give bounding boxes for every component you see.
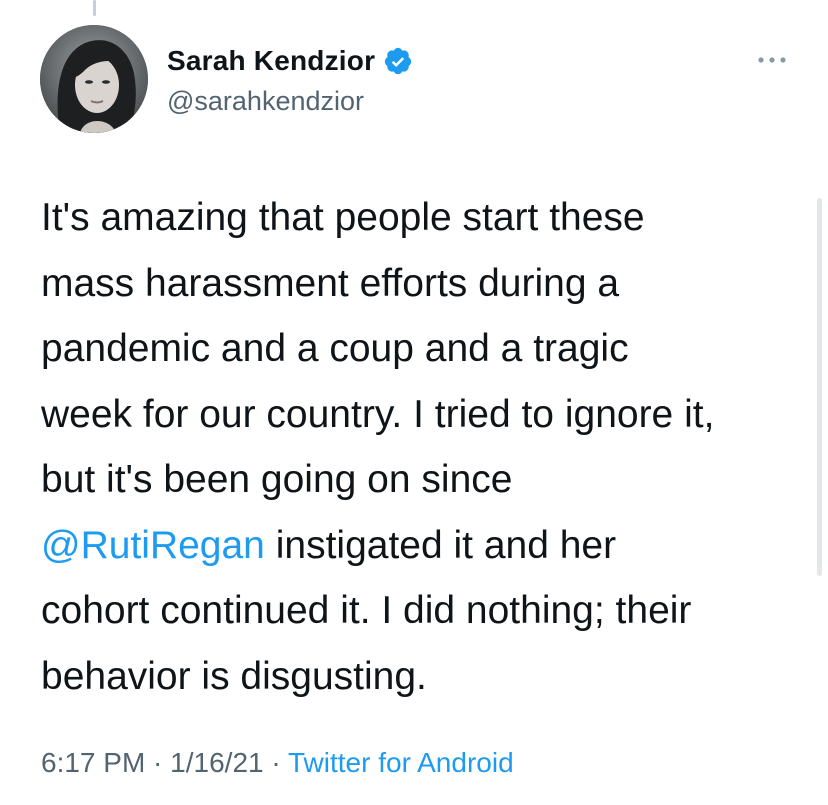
tweet-line: week for our country. I tried to ignore … [41,392,715,436]
tweet-source-link[interactable]: Twitter for Android [288,747,514,778]
tweet-line: pandemic and a coup and a tragic [41,327,629,370]
author-handle[interactable]: @sarahkendzior [167,86,364,117]
tweet-line: cohort continued it. I did nothing; thei… [41,589,692,632]
tweet-line: behavior is disgusting. [41,654,427,698]
tweet-time[interactable]: 6:17 PM [41,747,145,778]
author-display-name[interactable]: Sarah Kendzior [167,45,375,77]
avatar[interactable] [40,25,148,133]
mention-link[interactable]: @RutiRegan [41,524,265,567]
tweet-line: but it's been going on since [41,458,513,501]
verified-badge-icon [383,46,413,76]
thread-connector-line [93,0,96,16]
tweet-card: Sarah Kendzior @sarahkendzior It's amazi… [0,0,828,805]
scrollbar[interactable] [817,198,822,576]
tweet-line: mass harassment efforts during a [41,261,620,305]
meta-separator: · [263,747,288,778]
tweet-metadata: 6:17 PM · 1/16/21 · Twitter for Android [41,747,514,779]
tweet-body-text: It's amazing that people start these mas… [41,185,801,709]
author-name-row: Sarah Kendzior [167,43,413,79]
tweet-line: It's amazing that people start these [41,196,645,239]
avatar-image [40,25,148,133]
tweet-date[interactable]: 1/16/21 [170,747,263,778]
tweet-line: instigated it and her [264,523,617,567]
meta-separator: · [145,747,171,778]
more-options-icon[interactable] [755,50,789,70]
